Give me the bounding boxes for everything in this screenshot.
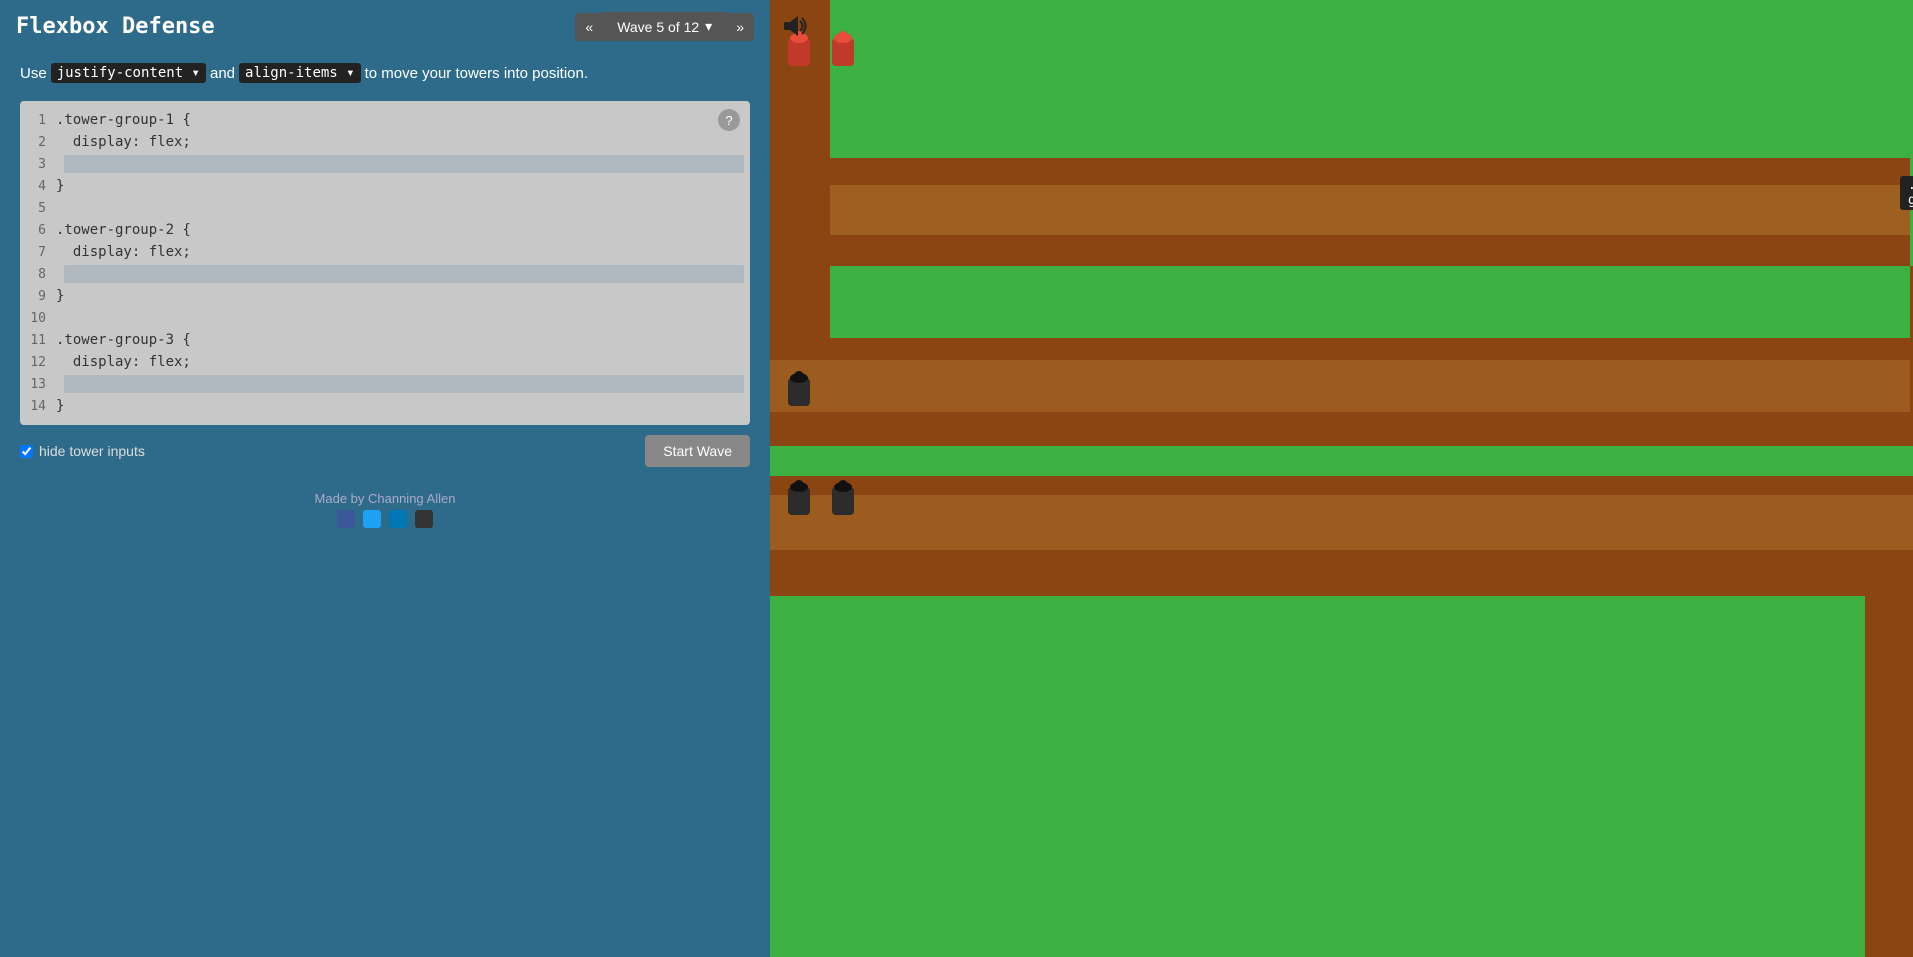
header: Flexbox Defense « Wave 5 of 12 ▾ » [0, 0, 770, 53]
code-input-8[interactable] [64, 265, 744, 283]
tower-group-2 [780, 368, 818, 412]
line-num-8: 8 [20, 267, 56, 282]
instructions-prefix: Use [20, 65, 47, 82]
align-items-badge[interactable]: align-items ▾ [239, 63, 361, 83]
line-num-9: 9 [20, 289, 56, 304]
tower-black-1 [780, 368, 818, 412]
wave-nav: « Wave 5 of 12 ▾ » [575, 12, 754, 41]
editor-footer: hide tower inputs Start Wave [0, 425, 770, 475]
instructions-suffix: to move your towers into position. [365, 65, 588, 82]
code-text-9: } [56, 288, 64, 304]
instructions-middle: and [210, 65, 235, 82]
code-line-1: 1 .tower-group-1 { [20, 109, 750, 131]
justify-content-badge[interactable]: justify-content ▾ [51, 63, 206, 83]
code-line-6: 6 .tower-group-2 { [20, 219, 750, 241]
code-line-9: 9 } [20, 285, 750, 307]
path-h-bottom-highlight [770, 495, 1913, 550]
app-title: Flexbox Defense [16, 14, 575, 39]
hide-checkbox-area: hide tower inputs [20, 443, 145, 459]
code-text-7: display: flex; [56, 244, 191, 260]
code-text-4: } [56, 178, 64, 194]
wave-label-text: Wave 5 of 12 [617, 19, 699, 35]
wave-label-button[interactable]: Wave 5 of 12 ▾ [603, 12, 726, 41]
wave-prev-button[interactable]: « [575, 13, 603, 41]
code-line-8: 8 [20, 263, 750, 285]
tower-black-2 [780, 477, 818, 521]
sound-icon [782, 12, 810, 40]
game-panel: .tower-group-1 [770, 0, 1913, 957]
code-text-12: display: flex; [56, 354, 191, 370]
sound-button[interactable] [782, 12, 810, 43]
code-text-2: display: flex; [56, 134, 191, 150]
wave-dropdown-arrow: ▾ [705, 18, 712, 35]
hide-inputs-checkbox[interactable] [20, 445, 33, 458]
code-text-1: .tower-group-1 { [56, 112, 191, 128]
line-num-13: 13 [20, 377, 56, 392]
code-line-11: 11 .tower-group-3 { [20, 329, 750, 351]
facebook-icon[interactable] [337, 510, 355, 528]
twitter-icon[interactable] [363, 510, 381, 528]
hide-inputs-label: hide tower inputs [39, 443, 145, 459]
line-num-4: 4 [20, 179, 56, 194]
path-bottom-turn [1865, 596, 1913, 957]
social-icons [0, 510, 770, 528]
instructions: Use justify-content ▾ and align-items ▾ … [0, 53, 770, 93]
linkedin-icon[interactable] [389, 510, 407, 528]
code-editor: ? 1 .tower-group-1 { 2 display: flex; 3 … [20, 101, 750, 425]
code-line-12: 12 display: flex; [20, 351, 750, 373]
code-text-14: } [56, 398, 64, 414]
left-panel: Flexbox Defense « Wave 5 of 12 ▾ » Use j… [0, 0, 770, 957]
line-num-12: 12 [20, 355, 56, 370]
wave-next-button[interactable]: » [726, 13, 754, 41]
code-line-2: 2 display: flex; [20, 131, 750, 153]
line-num-10: 10 [20, 311, 56, 326]
code-input-3[interactable] [64, 155, 744, 173]
code-line-13: 13 [20, 373, 750, 395]
code-line-5: 5 [20, 197, 750, 219]
made-by-text: Made by Channing Allen [315, 491, 456, 506]
green-gap-1 [770, 446, 1913, 476]
tower-red-2 [824, 28, 862, 72]
help-button[interactable]: ? [718, 109, 740, 131]
line-num-3: 3 [20, 157, 56, 172]
start-wave-button[interactable]: Start Wave [645, 435, 750, 467]
code-input-area-3 [56, 155, 750, 173]
code-line-7: 7 display: flex; [20, 241, 750, 263]
made-by: Made by Channing Allen [0, 491, 770, 528]
line-num-5: 5 [20, 201, 56, 216]
line-num-11: 11 [20, 333, 56, 348]
github-icon[interactable] [415, 510, 433, 528]
code-line-4: 4 } [20, 175, 750, 197]
line-num-2: 2 [20, 135, 56, 150]
path-h-middle-highlight [770, 360, 1910, 412]
code-line-10: 10 [20, 307, 750, 329]
tower-black-3 [824, 477, 862, 521]
path-h-top-highlight [770, 185, 1910, 235]
code-input-13[interactable] [64, 375, 744, 393]
code-input-area-8 [56, 265, 750, 283]
line-num-7: 7 [20, 245, 56, 260]
code-input-area-13 [56, 375, 750, 393]
code-text-11: .tower-group-3 { [56, 332, 191, 348]
line-num-6: 6 [20, 223, 56, 238]
code-line-3: 3 [20, 153, 750, 175]
line-num-1: 1 [20, 113, 56, 128]
code-text-6: .tower-group-2 { [56, 222, 191, 238]
line-num-14: 14 [20, 399, 56, 414]
code-line-14: 14 } [20, 395, 750, 417]
tower-group-1-label: .tower-group-1 [1900, 176, 1913, 210]
tower-group-3 [780, 477, 862, 521]
